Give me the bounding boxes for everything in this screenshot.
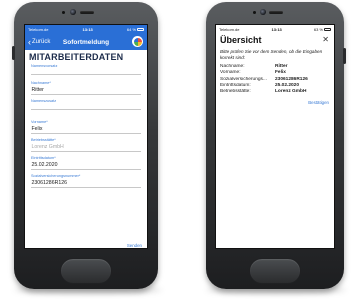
scene: Telekom.de 13:13 64 % ‹ Zurück Sofortmel… — [0, 0, 355, 299]
overview-summary: Nachname: Ritter Vorname: Felix Sozialve… — [216, 60, 334, 95]
battery-indicator: 64 % — [127, 25, 144, 34]
confirm-button[interactable]: Bestätigen — [216, 96, 334, 105]
right-phone-screen: Telekom.de 13:13 63 % Übersicht ✕ Bitte … — [215, 24, 335, 249]
field-vorname[interactable]: Vorname* Felix — [25, 120, 147, 134]
nachname-input[interactable]: Ritter — [31, 86, 141, 95]
field-nachname[interactable]: Nachname* Ritter — [25, 81, 147, 95]
field-eintrittsdatum[interactable]: Eintrittsdatum* 25.02.2020 — [25, 156, 147, 170]
left-phone-home-button[interactable] — [60, 258, 112, 284]
carrier-label: Telekom.de — [219, 27, 240, 32]
sozialversicherungsnummer-input[interactable]: 23061286R126 — [31, 179, 141, 188]
app-logo-icon — [132, 36, 143, 47]
clock-label: 13:13 — [271, 27, 282, 32]
right-phone-sensor — [253, 11, 256, 14]
clock-label: 13:13 — [82, 27, 93, 32]
summary-value: Lorenz GmbH — [275, 89, 307, 95]
left-phone-sensor — [62, 11, 65, 14]
left-phone-screen: Telekom.de 13:13 64 % ‹ Zurück Sofortmel… — [24, 24, 148, 249]
eintrittsdatum-input[interactable]: 25.02.2020 — [31, 161, 141, 170]
battery-indicator: 63 % — [314, 25, 331, 34]
left-phone-speaker — [80, 11, 94, 14]
overview-note: Bitte prüfen Sie vor dem Senden, ob die … — [220, 49, 323, 60]
battery-icon — [323, 28, 331, 31]
left-status-bar: Telekom.de 13:13 64 % — [25, 25, 147, 34]
right-status-bar: Telekom.de 13:13 63 % — [216, 25, 334, 34]
right-phone-power-button — [343, 48, 346, 64]
field-sozialversicherungsnummer[interactable]: Sozialversicherungsnummer* 23061286R126 — [25, 174, 147, 188]
back-button[interactable]: ‹ Zurück — [28, 36, 51, 47]
overview-title: Übersicht — [220, 35, 262, 45]
battery-percent: 64 % — [126, 27, 136, 32]
battery-icon — [136, 28, 144, 31]
back-label: Zurück — [32, 39, 51, 45]
right-phone-home-button[interactable] — [249, 258, 301, 284]
right-phone-speaker — [269, 11, 283, 14]
close-icon[interactable]: ✕ — [322, 36, 329, 44]
section-title: MITARBEITERDATEN — [29, 52, 124, 62]
right-phone: Telekom.de 13:13 63 % Übersicht ✕ Bitte … — [206, 2, 346, 289]
left-phone-volume-button — [12, 46, 15, 60]
battery-percent: 63 % — [313, 27, 323, 32]
namensvorsatz-input[interactable] — [31, 69, 141, 75]
overview-header: Übersicht ✕ — [216, 34, 334, 45]
left-phone-camera — [70, 9, 76, 15]
app-logo-mark — [133, 37, 142, 46]
left-nav-bar: ‹ Zurück Sofortmeldung — [25, 34, 147, 50]
field-namenszusatz[interactable]: Namenszusatz — [25, 99, 147, 110]
vorname-input[interactable]: Felix — [31, 125, 141, 134]
field-namensvorsatz[interactable]: Namensvorsatz — [25, 64, 147, 75]
chevron-left-icon: ‹ — [28, 36, 31, 47]
field-betriebsstaette[interactable]: Betriebsstätte* Lorenz GmbH — [25, 138, 147, 152]
namenszusatz-input[interactable] — [31, 104, 141, 110]
right-phone-camera — [260, 9, 266, 15]
left-phone: Telekom.de 13:13 64 % ‹ Zurück Sofortmel… — [12, 2, 158, 289]
send-button[interactable]: Senden — [127, 243, 142, 248]
carrier-label: Telekom.de — [28, 27, 49, 32]
betriebsstaette-input[interactable]: Lorenz GmbH — [31, 143, 141, 152]
summary-key: Betriebsstätte: — [220, 89, 251, 95]
